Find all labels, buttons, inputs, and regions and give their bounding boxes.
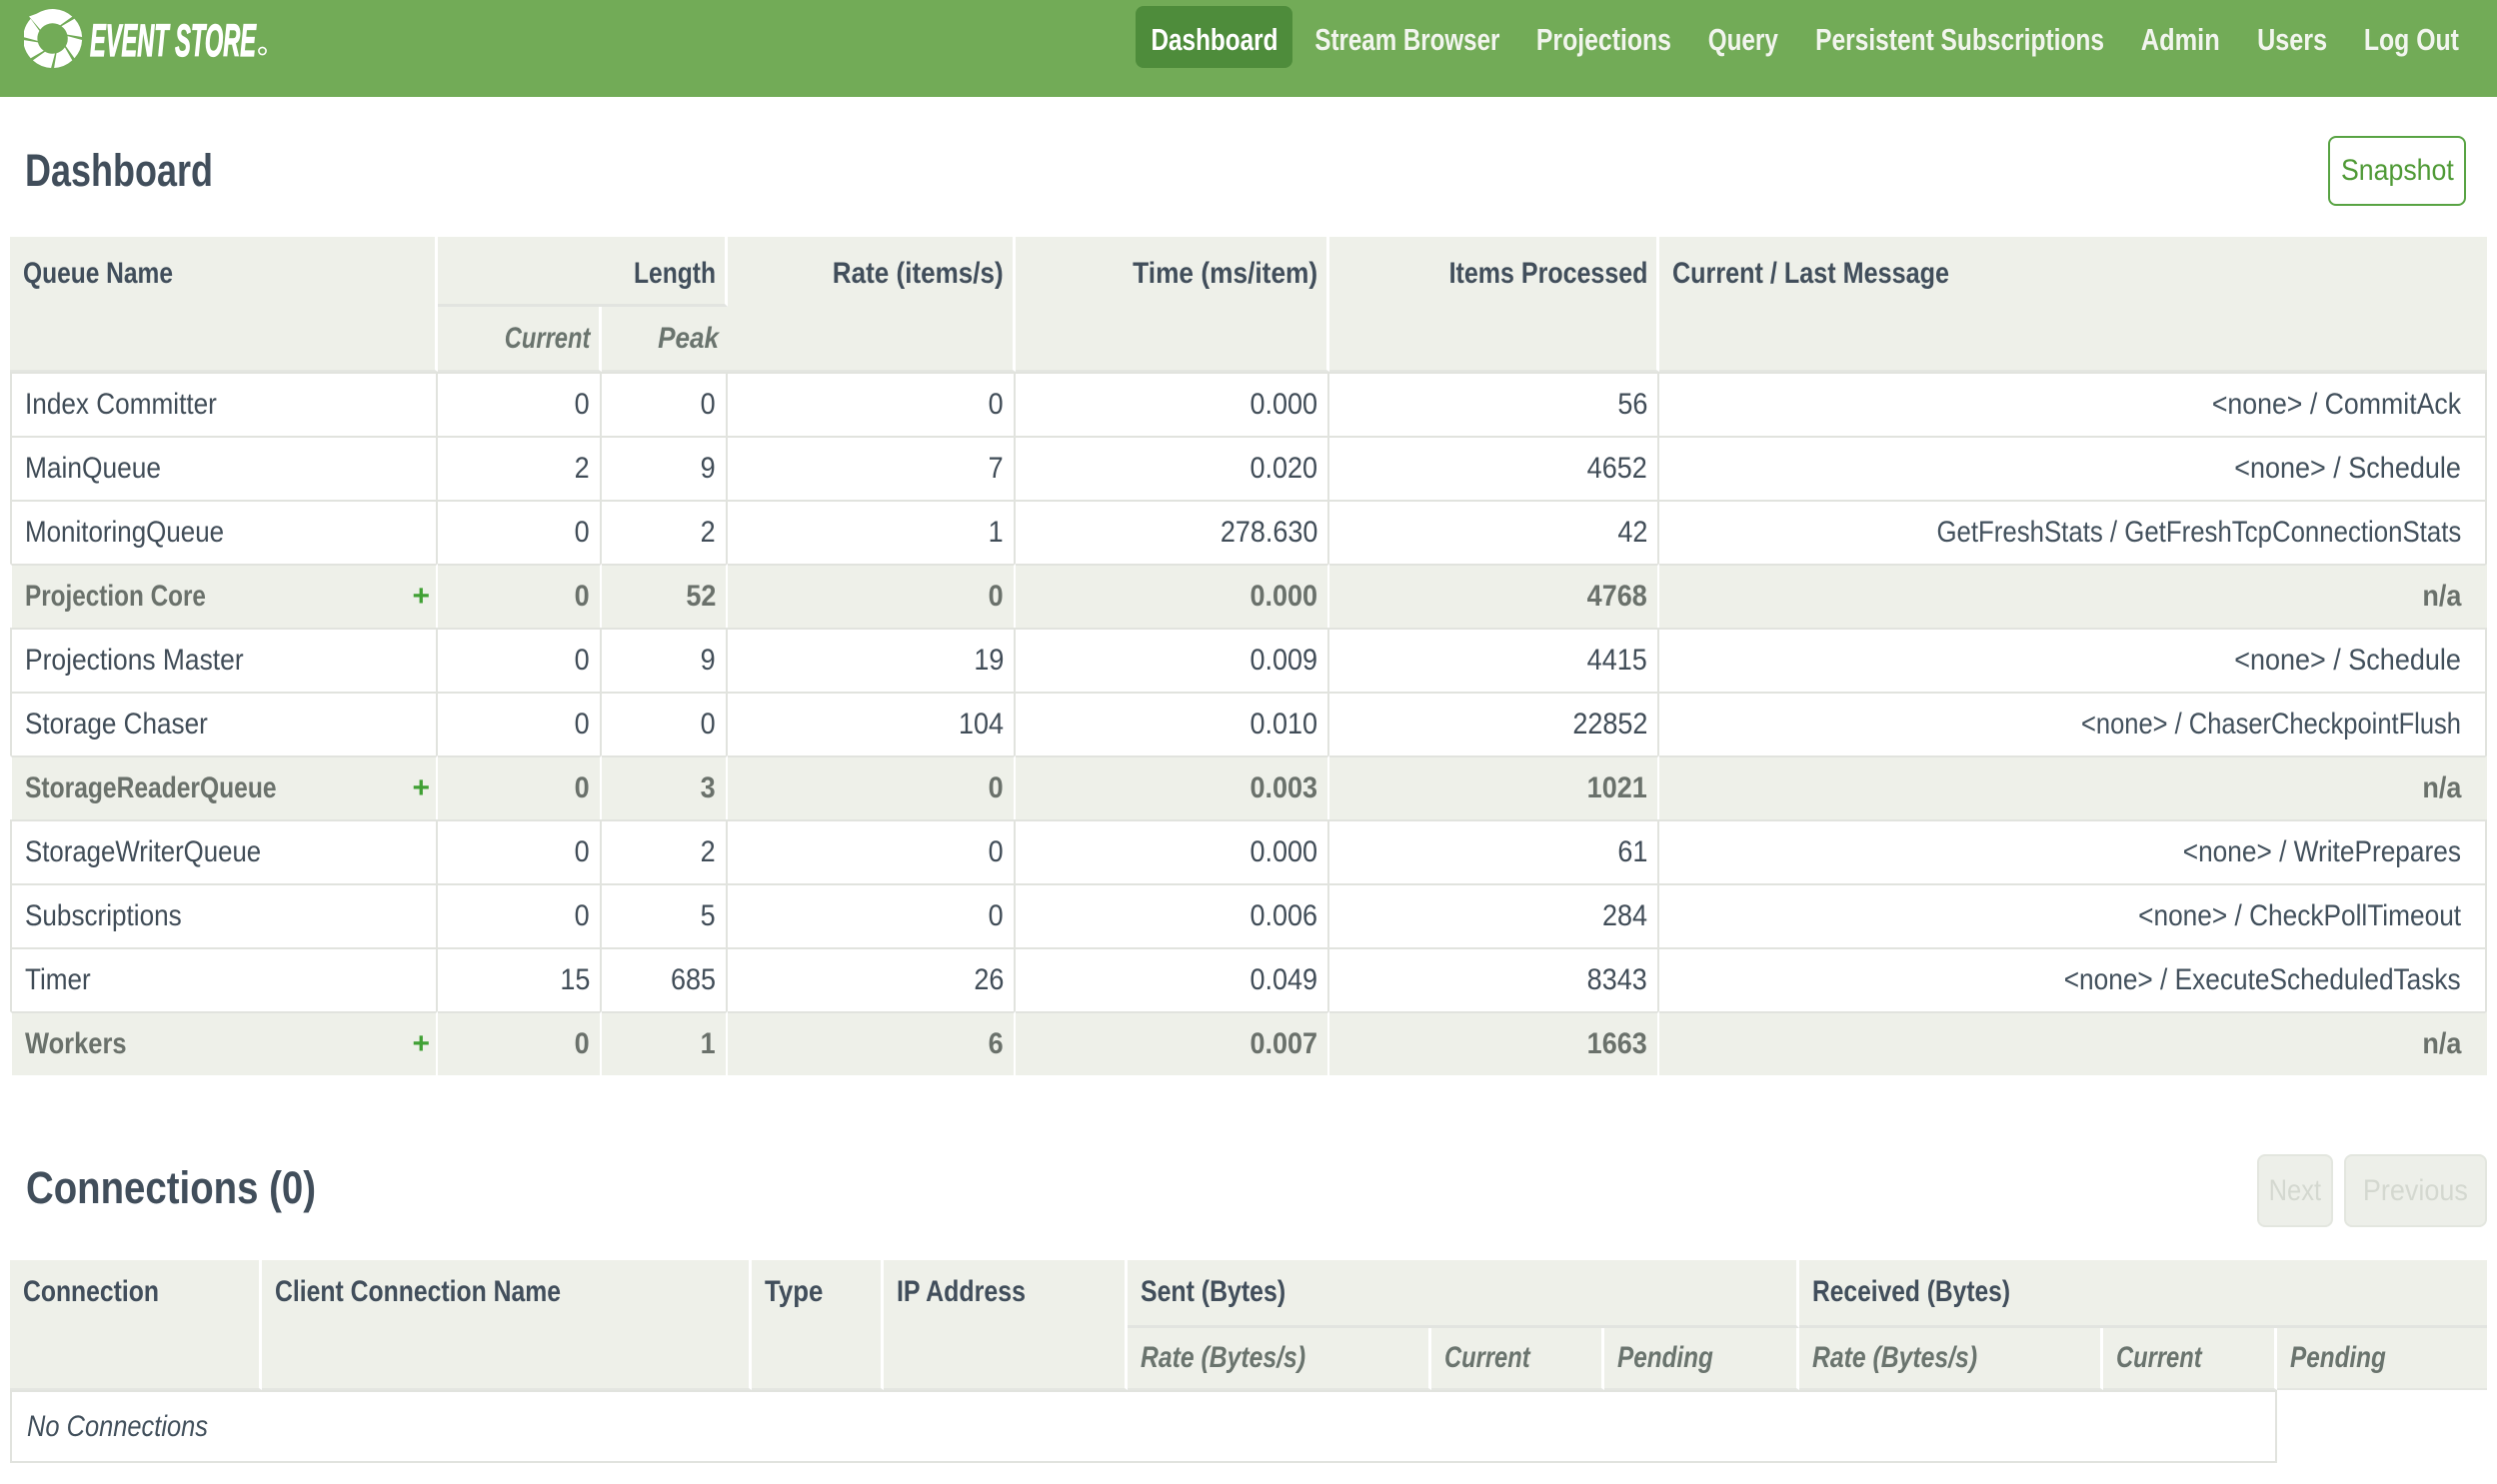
svg-text:EVENT STORE: EVENT STORE <box>90 15 257 66</box>
